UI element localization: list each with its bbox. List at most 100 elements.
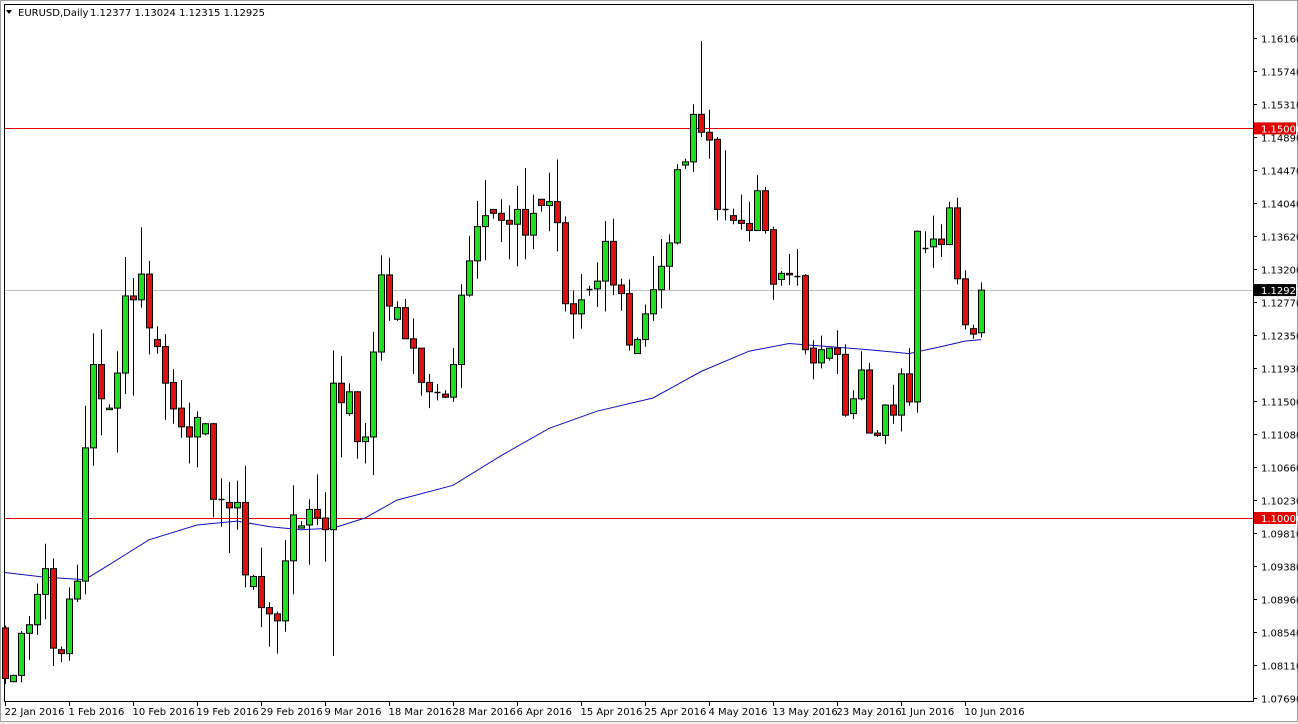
candle-bearish bbox=[58, 646, 65, 663]
dropdown-triangle-icon[interactable] bbox=[6, 10, 12, 14]
candle-bullish bbox=[394, 301, 401, 321]
candle-body bbox=[226, 501, 233, 509]
candle-bullish bbox=[26, 616, 33, 660]
candle-body bbox=[34, 593, 41, 626]
candle-bullish bbox=[722, 150, 729, 221]
x-tick-label: 6 Apr 2016 bbox=[517, 707, 572, 718]
candle-bearish bbox=[730, 208, 737, 225]
candle-body bbox=[914, 230, 921, 403]
candle-body bbox=[946, 207, 953, 245]
candle-body bbox=[250, 575, 257, 588]
candle-bullish bbox=[754, 175, 761, 231]
candle-body bbox=[306, 508, 313, 526]
candle-bullish bbox=[74, 564, 81, 603]
candle-bullish bbox=[682, 158, 689, 169]
y-tick-label: 1.08960 bbox=[1261, 596, 1298, 607]
candle-body bbox=[842, 353, 849, 416]
candle-body bbox=[962, 278, 969, 326]
candle-body bbox=[394, 307, 401, 320]
candle-bullish bbox=[298, 521, 305, 529]
candle-bearish bbox=[618, 278, 625, 311]
candle-bearish bbox=[178, 380, 185, 438]
chart-title: EURUSD,Daily 1.12377 1.13024 1.12315 1.1… bbox=[6, 8, 265, 19]
candle-body bbox=[322, 517, 329, 531]
candle-bullish bbox=[330, 350, 337, 656]
candle-bullish bbox=[66, 587, 73, 661]
candle-body bbox=[466, 260, 473, 296]
x-tick-label: 28 Mar 2016 bbox=[453, 707, 516, 718]
candle-bullish bbox=[778, 270, 785, 286]
candle-body bbox=[746, 222, 753, 231]
x-tick-label: 9 Mar 2016 bbox=[325, 707, 382, 718]
candle-body bbox=[338, 382, 345, 404]
x-tick-label: 1 Feb 2016 bbox=[69, 707, 125, 718]
candle-bearish bbox=[570, 290, 577, 339]
candle-bearish bbox=[2, 625, 9, 684]
x-tick-label: 29 Feb 2016 bbox=[261, 707, 323, 718]
candle-body bbox=[874, 432, 881, 436]
x-tick-label: 19 Feb 2016 bbox=[197, 707, 259, 718]
candle-body bbox=[618, 284, 625, 295]
candle-bearish bbox=[314, 474, 321, 526]
candle-bullish bbox=[18, 630, 25, 683]
candle-body bbox=[282, 560, 289, 622]
candle-body bbox=[978, 289, 985, 334]
candle-body bbox=[26, 624, 33, 634]
candle-body bbox=[458, 294, 465, 365]
candle-bearish bbox=[890, 384, 897, 424]
current-price-tag: 1.12925 bbox=[1261, 286, 1298, 297]
candle-body bbox=[298, 525, 305, 529]
candle-bearish bbox=[186, 402, 193, 464]
candle-body bbox=[938, 238, 945, 245]
candle-bearish bbox=[490, 208, 497, 219]
candle-body bbox=[18, 632, 25, 676]
candle-body bbox=[202, 423, 209, 435]
candle-bearish bbox=[962, 270, 969, 330]
candle-body bbox=[602, 240, 609, 282]
y-tick-label: 1.07690 bbox=[1261, 695, 1298, 706]
candle-body bbox=[170, 381, 177, 410]
candle-bearish bbox=[874, 429, 881, 437]
candle-body bbox=[578, 299, 585, 315]
candle-bullish bbox=[690, 104, 697, 173]
candle-bullish bbox=[978, 282, 985, 338]
candle-body bbox=[362, 436, 369, 443]
candle-bearish bbox=[970, 324, 977, 339]
candle-body bbox=[146, 273, 153, 329]
candle-body bbox=[650, 289, 657, 315]
candle-bullish bbox=[306, 499, 313, 565]
candle-body bbox=[610, 240, 617, 286]
candle-bearish bbox=[410, 318, 417, 374]
candlestick-chart[interactable]: EURUSD,Daily 1.12377 1.13024 1.12315 1.1… bbox=[0, 0, 1298, 724]
candle-bullish bbox=[458, 284, 465, 388]
candle-bearish bbox=[386, 257, 393, 321]
candle-body bbox=[538, 198, 545, 207]
candle-body bbox=[850, 398, 857, 415]
y-tick-label: 1.11930 bbox=[1261, 365, 1298, 376]
candle-body bbox=[626, 293, 633, 346]
candle-body bbox=[858, 369, 865, 400]
candle-body bbox=[266, 607, 273, 615]
candle-body bbox=[770, 229, 777, 285]
candle-bearish bbox=[714, 136, 721, 221]
candle-body bbox=[546, 201, 553, 207]
y-tick-label: 1.11080 bbox=[1261, 431, 1298, 442]
y-tick-label: 1.15310 bbox=[1261, 101, 1298, 112]
candle-body bbox=[570, 303, 577, 315]
plot-area-border bbox=[4, 4, 1254, 702]
candle-bullish bbox=[602, 221, 609, 312]
candle-bearish bbox=[786, 253, 793, 286]
candle-bullish bbox=[674, 164, 681, 245]
ohlc-readout: 1.12377 1.13024 1.12315 1.12925 bbox=[90, 8, 265, 19]
candle-bullish bbox=[922, 231, 929, 254]
candle-body bbox=[330, 382, 337, 531]
candle-bearish bbox=[810, 340, 817, 380]
candle-body bbox=[514, 208, 521, 225]
candle-bearish bbox=[226, 482, 233, 554]
candle-bullish bbox=[650, 256, 657, 321]
candle-body bbox=[74, 580, 81, 600]
candle-body bbox=[818, 349, 825, 364]
candle-bearish bbox=[554, 159, 561, 252]
candle-bearish bbox=[938, 224, 945, 257]
candle-bearish bbox=[154, 326, 161, 354]
